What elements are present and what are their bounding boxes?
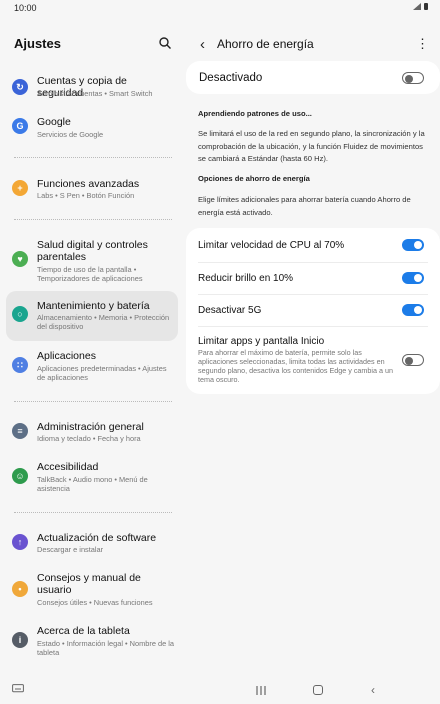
power-saving-pane: ‹ Ahorro de energía ⋮ Desactivado Aprend… [186,16,440,676]
option-cpu-row[interactable]: Limitar velocidad de CPU al 70% [198,228,428,261]
menu-item-apps[interactable]: ∷ Aplicaciones Aplicaciones predetermina… [6,347,178,387]
master-toggle[interactable] [402,72,424,84]
sliders-icon: ≡ [12,423,28,439]
accessibility-icon: ☺ [12,468,28,484]
menu-item-accounts[interactable]: ↻ Cuentas y copia de seguridad Administr… [6,71,178,101]
signal-icon [413,3,421,10]
system-icons [413,3,428,10]
learning-heading: Aprendiendo patrones de uso... [198,109,312,118]
toggle-5g[interactable] [402,304,424,316]
menu-item-software-update[interactable]: ↑ Actualización de software Descargar e … [6,527,178,559]
menu-item-general-management[interactable]: ≡ Administración general Idioma y teclad… [6,416,178,448]
navigation-bar: ‹ [0,676,440,704]
divider [14,401,172,402]
option-brightness-row[interactable]: Reducir brillo en 10% [198,262,428,294]
detail-title: Ahorro de energía [217,37,314,51]
recent-apps-icon[interactable] [256,686,266,695]
options-card: Limitar velocidad de CPU al 70% Reducir … [186,228,440,394]
toggle-limit-apps[interactable] [402,354,424,366]
gear-plus-icon: + [12,180,28,196]
back-icon[interactable]: ‹ [371,684,375,696]
back-arrow-icon[interactable]: ‹ [200,36,205,53]
clock: 10:00 [14,3,37,13]
menu-item-advanced-features[interactable]: + Funciones avanzadas Labs • S Pen • Bot… [6,173,178,203]
toggle-brightness[interactable] [402,272,424,284]
status-bar: 10:00 [0,0,440,16]
settings-list-pane: Ajustes ↻ Cuentas y copia de seguridad A… [0,16,184,676]
sync-icon: ↻ [12,79,28,95]
page-title: Ajustes [14,36,61,51]
menu-item-tips[interactable]: • Consejos y manual de usuario Consejos … [6,568,178,618]
heart-icon: ♥ [12,251,28,267]
divider [14,512,172,513]
menu-item-maintenance[interactable]: ○ Mantenimiento y batería Almacenamiento… [6,291,178,341]
apps-grid-icon: ∷ [12,357,28,373]
options-description: Elige límites adicionales para ahorrar b… [198,195,411,217]
software-update-icon: ↑ [12,534,28,550]
battery-icon [424,3,428,10]
search-icon[interactable] [158,36,172,50]
home-icon[interactable] [313,685,323,695]
keyboard-icon[interactable] [12,684,24,694]
master-switch-label: Desactivado [199,72,263,84]
option-limit-apps-row[interactable]: Limitar apps y pantalla Inicio Para ahor… [198,326,428,392]
master-switch-card[interactable]: Desactivado [186,61,440,94]
more-options-icon[interactable]: ⋮ [416,36,429,52]
option-5g-row[interactable]: Desactivar 5G [198,294,428,326]
lightbulb-icon: • [12,581,28,597]
info-icon: i [12,632,28,648]
toggle-cpu[interactable] [402,239,424,251]
divider [14,157,172,158]
google-icon: G [12,118,28,134]
refresh-icon: ○ [12,306,28,322]
menu-item-google[interactable]: G Google Servicios de Google [6,112,178,142]
menu-item-digital-wellbeing[interactable]: ♥ Salud digital y controles parentales T… [6,234,178,284]
options-heading: Opciones de ahorro de energía [198,174,310,183]
learning-description: Se limitará el uso de la red en segundo … [198,129,425,163]
limit-apps-description: Para ahorrar el máximo de batería, permi… [198,348,393,384]
menu-item-accessibility[interactable]: ☺ Accesibilidad TalkBack • Audio mono • … [6,456,178,496]
divider [14,219,172,220]
menu-item-about-tablet[interactable]: i Acerca de la tableta Estado • Informac… [6,622,178,662]
